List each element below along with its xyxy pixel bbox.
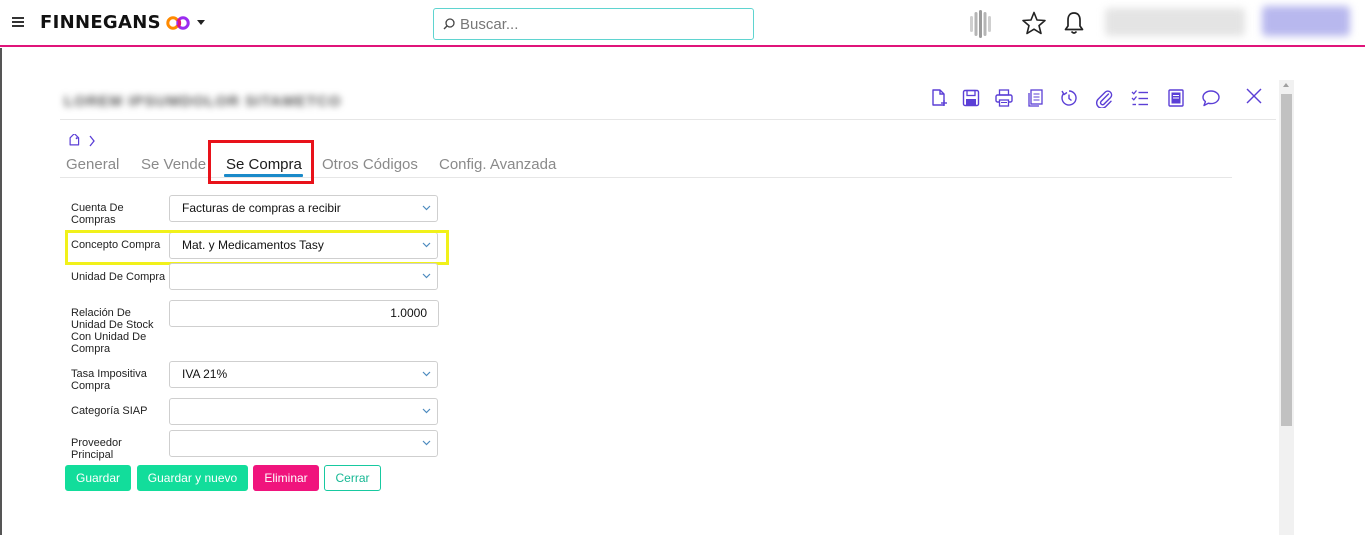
tab-otros-codigos[interactable]: Otros Códigos <box>322 156 418 173</box>
bell-icon[interactable] <box>1062 10 1086 36</box>
cuenta-compras-value: Facturas de compras a recibir <box>182 201 341 215</box>
chevron-down-icon <box>422 371 431 377</box>
user-info-blurred[interactable] <box>1105 8 1245 36</box>
search-icon <box>443 18 455 30</box>
brand-logo-icon <box>166 15 190 30</box>
concepto-compra-select[interactable]: Mat. y Medicamentos Tasy <box>169 232 438 259</box>
categoria-siap-label: Categoría SIAP <box>71 405 148 417</box>
user-avatar-blurred[interactable] <box>1262 6 1350 36</box>
tasa-impositiva-value: IVA 21% <box>182 367 228 381</box>
header-divider <box>60 119 1276 120</box>
search-bar[interactable] <box>433 8 754 40</box>
star-icon[interactable] <box>1021 10 1047 36</box>
proveedor-principal-select[interactable] <box>169 430 438 457</box>
copy-icon[interactable] <box>1026 88 1046 108</box>
chevron-right-icon[interactable] <box>88 134 96 148</box>
unidad-compra-select[interactable] <box>169 263 438 290</box>
brand[interactable]: FINNEGANS <box>40 12 205 33</box>
history-icon[interactable] <box>1059 88 1079 108</box>
top-bar: FINNEGANS <box>0 0 1365 47</box>
cuenta-compras-select[interactable]: Facturas de compras a recibir <box>169 195 438 222</box>
record-title-blurred: LOREM IPSUMDOLOR SITAMETCO <box>64 93 342 110</box>
brand-name: FINNEGANS <box>40 12 161 33</box>
relacion-unidad-input[interactable]: 1.0000 <box>169 300 439 327</box>
save-and-new-button[interactable]: Guardar y nuevo <box>137 465 248 491</box>
categoria-siap-select[interactable] <box>169 398 438 425</box>
new-document-icon[interactable] <box>929 88 949 108</box>
concepto-compra-label: Concepto Compra <box>71 239 161 251</box>
comment-icon[interactable] <box>1201 88 1221 108</box>
tag-icon[interactable] <box>67 134 81 148</box>
tab-general[interactable]: General <box>66 156 119 173</box>
print-icon[interactable] <box>994 88 1014 108</box>
tasa-impositiva-select[interactable]: IVA 21% <box>169 361 438 388</box>
checklist-icon[interactable] <box>1130 88 1150 108</box>
attachment-icon[interactable] <box>1094 88 1114 108</box>
unidad-compra-label: Unidad De Compra <box>71 271 166 283</box>
close-icon[interactable] <box>1244 86 1264 106</box>
close-button[interactable]: Cerrar <box>324 465 381 491</box>
cuenta-compras-label: Cuenta De Compras <box>71 202 124 226</box>
chevron-down-icon <box>422 242 431 248</box>
search-input[interactable] <box>460 15 740 33</box>
save-icon[interactable] <box>961 88 981 108</box>
delete-button[interactable]: Eliminar <box>253 465 319 491</box>
proveedor-principal-label: Proveedor Principal <box>71 437 122 461</box>
chevron-down-icon <box>422 273 431 279</box>
chevron-down-icon <box>422 408 431 414</box>
tab-se-vende[interactable]: Se Vende <box>141 156 206 173</box>
scroll-up-icon[interactable] <box>1283 83 1289 87</box>
save-button[interactable]: Guardar <box>65 465 131 491</box>
menu-icon[interactable] <box>12 17 24 27</box>
tab-se-compra[interactable]: Se Compra <box>226 156 302 173</box>
report-icon[interactable] <box>1166 88 1186 108</box>
window-edge <box>0 48 2 535</box>
chevron-down-icon <box>422 440 431 446</box>
relacion-unidad-label: Relación De Unidad De Stock Con Unidad D… <box>71 307 154 355</box>
scrollbar-thumb[interactable] <box>1281 94 1292 426</box>
chevron-down-icon <box>422 205 431 211</box>
tabs-divider <box>60 177 1232 178</box>
tab-config-avanzada[interactable]: Config. Avanzada <box>439 156 556 173</box>
chevron-down-icon[interactable] <box>196 20 205 25</box>
concepto-compra-value: Mat. y Medicamentos Tasy <box>182 238 324 252</box>
app-logo-icon[interactable] <box>966 9 996 39</box>
tasa-impositiva-label: Tasa Impositiva Compra <box>71 368 147 392</box>
